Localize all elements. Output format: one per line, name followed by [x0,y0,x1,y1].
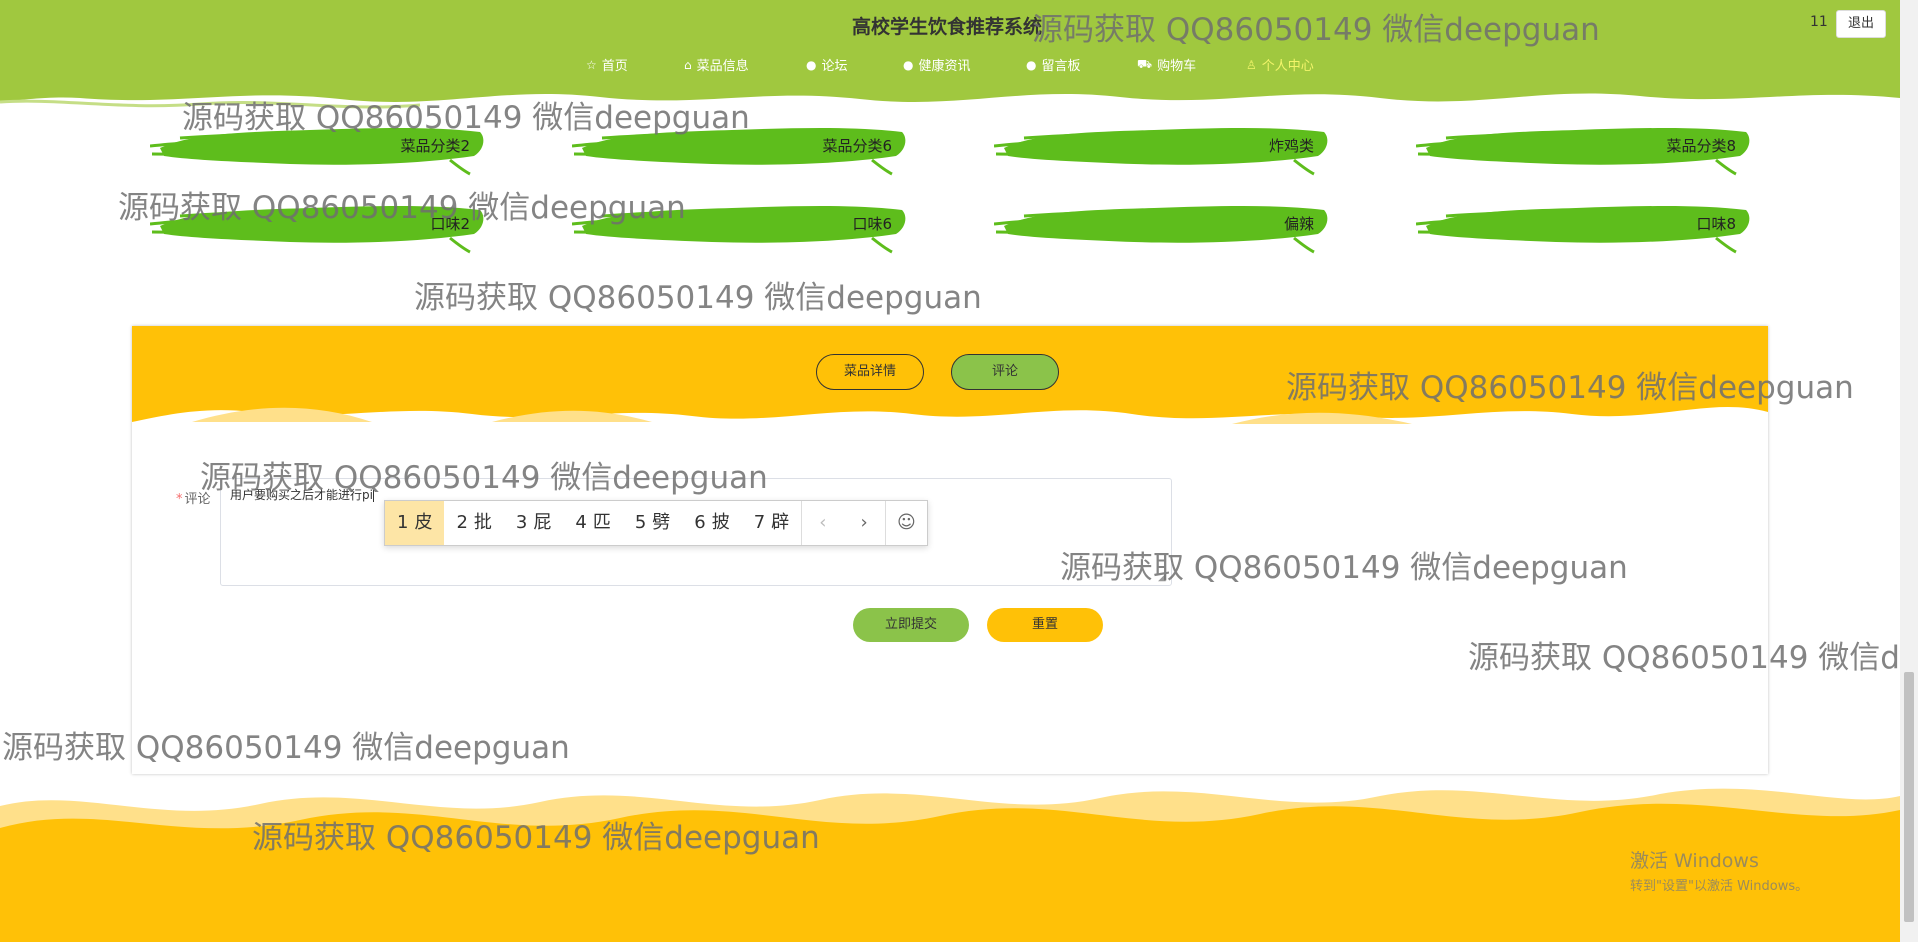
flavor-tag[interactable]: 口味2 [150,194,490,254]
category-tag[interactable]: 菜品分类8 [1416,116,1756,176]
nav-forum[interactable]: ● 论坛 [806,55,848,75]
nav-label: 首页 [601,59,628,74]
comment-value-text: 用户要购买之后才能进行pi [230,488,373,502]
tab-dish-detail[interactable]: 菜品详情 [816,354,924,390]
required-star: * [176,492,183,507]
nav-label: 购物车 [1157,59,1197,74]
ime-candidate[interactable]: 5劈 [623,501,682,545]
category-tag[interactable]: 炸鸡类 [994,116,1334,176]
flavor-tag[interactable]: 偏辣 [994,194,1334,254]
candidate-char: 屁 [533,512,552,533]
nav-health-news[interactable]: ● 健康资讯 [903,55,971,75]
ime-candidate[interactable]: 6披 [682,501,741,545]
watermark: 源码获取 QQ86050149 微信deepguan [414,280,982,316]
flavor-label: 口味2 [430,215,470,233]
category-label: 菜品分类8 [1666,137,1736,155]
flavor-tag[interactable]: 口味8 [1416,194,1756,254]
footer [0,776,1900,942]
comment-label-text: 评论 [184,492,211,507]
info-circle-icon: ● [1026,57,1037,72]
text-caret [372,489,374,502]
nav-dishes[interactable]: ⌂ 菜品信息 [684,55,749,75]
candidate-number: 6 [694,512,706,533]
card-header-wave [132,326,1768,424]
ime-candidate[interactable]: 3屁 [504,501,563,545]
nav-label: 论坛 [821,59,848,74]
candidate-char: 批 [473,512,492,533]
ime-candidate-bar: 1皮 2批 3屁 4匹 5劈 6披 7辟 ‹ › ☺ [384,500,928,546]
activation-subtitle: 转到"设置"以激活 Windows。 [1630,879,1809,894]
flavor-label: 偏辣 [1283,215,1314,233]
nav-personal-center[interactable]: ♙ 个人中心 [1246,55,1314,75]
category-tag[interactable]: 菜品分类2 [150,116,490,176]
candidate-number: 1 [397,512,409,533]
ime-candidate[interactable]: 4匹 [563,501,622,545]
category-label: 菜品分类2 [400,137,470,155]
windows-activation-notice: 激活 Windows 转到"设置"以激活 Windows。 [1630,846,1808,894]
resize-handle-icon[interactable]: ◢ [1158,572,1166,583]
activation-title: 激活 Windows [1630,850,1759,872]
category-label: 炸鸡类 [1268,137,1314,155]
flavor-tag[interactable]: 口味6 [572,194,912,254]
logout-button[interactable]: 退出 [1836,10,1886,38]
flavor-label: 口味6 [852,215,892,233]
nav-message-board[interactable]: ● 留言板 [1026,55,1081,75]
page-scrollbar[interactable] [1900,0,1918,942]
candidate-number: 3 [515,512,528,533]
nav-label: 个人中心 [1261,59,1314,74]
nav-label: 菜品信息 [696,59,749,74]
scrollbar-thumb[interactable] [1904,672,1914,922]
submit-button[interactable]: 立即提交 [853,608,969,642]
candidate-char: 匹 [592,512,611,533]
nav-label: 健康资讯 [918,59,971,74]
candidate-char: 披 [711,512,730,533]
shopping-bag-icon: ⌂ [684,57,692,72]
candidate-number: 2 [456,512,468,533]
candidate-number: 5 [634,512,647,533]
nav-label: 留言板 [1041,59,1081,74]
ime-prev-page-icon[interactable]: ‹ [801,501,843,545]
cart-icon: ⛟ [1137,56,1153,71]
comment-value: 用户要购买之后才能进行pi [230,486,374,503]
candidate-number: 7 [753,512,766,533]
ime-candidate[interactable]: 1皮 [385,501,445,545]
ime-emoji-icon[interactable]: ☺ [884,501,927,545]
nav-home[interactable]: ☆ 首页 [586,55,628,75]
info-circle-icon: ● [806,57,817,72]
detail-card: 菜品详情 评论 * 评论 用户要购买之后才能进行pi ◢ 立即提交 重置 [132,326,1768,774]
site-title: 高校学生饮食推荐系统 [852,16,1043,38]
ime-next-page-icon[interactable]: › [843,501,884,545]
flavor-label: 口味8 [1696,215,1736,233]
ime-candidate[interactable]: 2批 [444,501,503,545]
candidate-char: 皮 [414,512,433,533]
user-name: 11 [1810,14,1828,30]
footer-wave [0,788,1900,942]
tab-comment[interactable]: 评论 [951,354,1059,390]
reset-button[interactable]: 重置 [987,608,1103,642]
category-tag[interactable]: 菜品分类6 [572,116,912,176]
candidate-char: 辟 [771,512,790,533]
info-circle-icon: ● [903,57,914,72]
category-label: 菜品分类6 [822,137,892,155]
nav-cart[interactable]: ⛟ 购物车 [1137,55,1197,75]
candidate-number: 4 [575,512,587,533]
header: 高校学生饮食推荐系统 11 退出 ☆ 首页 ⌂ 菜品信息 ● 论坛 ● 健康资讯… [0,0,1900,112]
star-icon: ☆ [586,57,597,72]
candidate-char: 劈 [652,512,671,533]
comment-label: * 评论 [176,488,211,507]
ime-candidate[interactable]: 7辟 [742,501,801,545]
main-nav: ☆ 首页 ⌂ 菜品信息 ● 论坛 ● 健康资讯 ● 留言板 ⛟ 购物车 ♙ 个人… [0,55,1900,75]
user-icon: ♙ [1246,57,1257,72]
